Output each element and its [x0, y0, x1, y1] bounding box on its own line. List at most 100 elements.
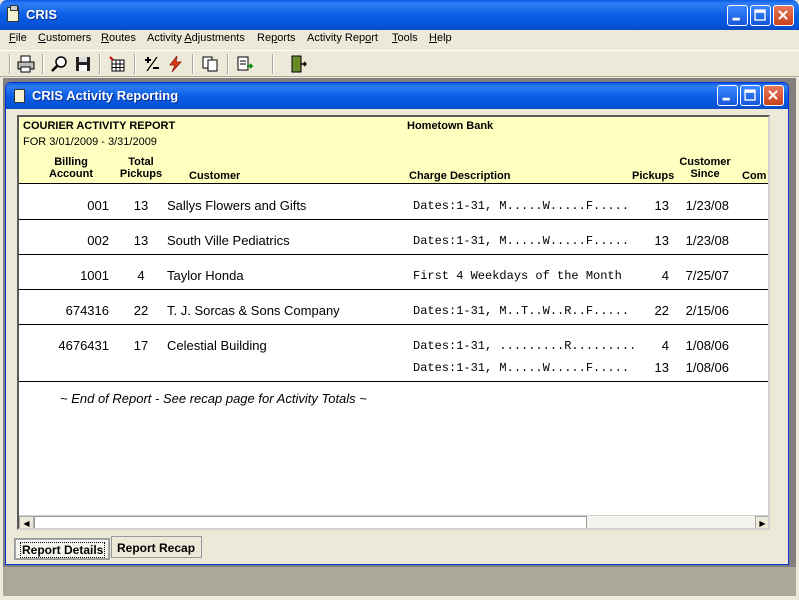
report-header: COURIER ACTIVITY REPORT Hometown Bank FO… — [19, 117, 768, 184]
child-title-bar[interactable]: CRIS Activity Reporting — [6, 83, 788, 109]
clipboard-app-icon — [7, 5, 19, 22]
lightning-button[interactable] — [165, 54, 185, 74]
toolbar-separator — [192, 54, 194, 74]
billing-account: 674316 — [65, 303, 109, 318]
toolbar — [0, 50, 799, 77]
lightning-icon — [169, 55, 182, 73]
copy-button[interactable] — [200, 54, 220, 74]
total-pickups: 22 — [133, 303, 149, 318]
plus-minus-icon — [145, 56, 159, 72]
toolbar-separator — [227, 54, 229, 74]
clipboard-icon — [14, 89, 25, 103]
exit-door-icon — [291, 55, 308, 73]
triangle-right-icon: ▶ — [759, 519, 766, 528]
menu-bar: File Customers Routes Activity Adjustmen… — [0, 30, 799, 49]
customer-since: 1/23/08 — [685, 198, 729, 213]
toolbar-separator — [99, 54, 101, 74]
close-icon — [778, 10, 788, 20]
charge-description: Dates:1-31, M.....W.....F..... — [413, 234, 630, 248]
close-button[interactable] — [773, 5, 794, 26]
customer-since: 7/25/07 — [685, 268, 729, 283]
grid-button[interactable] — [107, 54, 127, 74]
child-maximize-button[interactable] — [740, 85, 761, 106]
main-title-bar[interactable]: CRIS — [0, 0, 799, 30]
close-icon — [768, 90, 778, 100]
exit-button[interactable] — [287, 54, 308, 74]
col-customer-since: Customer Since — [679, 156, 731, 180]
customer-name: Taylor Honda — [167, 268, 244, 283]
col-customer: Customer — [189, 170, 241, 182]
magnifier-icon — [51, 56, 67, 72]
horizontal-scrollbar[interactable]: ◀ ▶ — [19, 515, 768, 528]
customer-name: South Ville Pediatrics — [167, 233, 290, 248]
charge-description: First 4 Weekdays of the Month — [413, 269, 622, 283]
pickups: 13 — [654, 233, 669, 248]
table-row: 1001 4 Taylor Honda First 4 Weekdays of … — [19, 255, 768, 290]
total-pickups: 13 — [133, 233, 149, 248]
billing-account: 002 — [87, 233, 109, 248]
billing-account: 4676431 — [58, 338, 109, 353]
customer-since: 1/23/08 — [685, 233, 729, 248]
charge-description: Dates:1-31, M.....W.....F..... — [413, 199, 630, 213]
report-viewer: COURIER ACTIVITY REPORT Hometown Bank FO… — [17, 115, 770, 530]
scroll-thumb[interactable] — [34, 516, 587, 528]
tab-report-recap[interactable]: Report Recap — [111, 536, 202, 558]
pickups: 22 — [654, 303, 669, 318]
table-row: 674316 22 T. J. Sorcas & Sons Company Da… — [19, 290, 768, 325]
billing-account: 001 — [87, 198, 109, 213]
toolbar-separator — [42, 54, 44, 74]
pickups: 4 — [661, 268, 669, 283]
menu-activity-adjustments[interactable]: Activity Adjustments — [147, 32, 245, 44]
menu-file[interactable]: File — [9, 32, 27, 44]
maximize-button[interactable] — [750, 5, 771, 26]
preview-button[interactable] — [50, 54, 70, 74]
minimize-icon — [722, 97, 730, 101]
col-total-pickups: Total Pickups — [119, 156, 163, 180]
export-button[interactable] — [235, 54, 255, 74]
minimize-button[interactable] — [727, 5, 748, 26]
child-close-button[interactable] — [763, 85, 784, 106]
report-period: FOR 3/01/2009 - 3/31/2009 — [23, 136, 157, 148]
menu-routes[interactable]: Routes — [101, 32, 136, 44]
toolbar-separator — [134, 54, 136, 74]
total-pickups: 17 — [133, 338, 149, 353]
toolbar-separator — [9, 54, 11, 74]
menu-customers[interactable]: Customers — [38, 32, 91, 44]
charge-description: Dates:1-31, .........R......... — [413, 339, 637, 353]
grid-table-icon — [109, 56, 125, 72]
charge-description: Dates:1-31, M.....W.....F..... — [413, 361, 630, 375]
scroll-right-button[interactable]: ▶ — [755, 516, 768, 528]
plus-minus-button[interactable] — [142, 54, 162, 74]
menu-tools[interactable]: Tools — [392, 32, 418, 44]
col-com: Com — [742, 170, 767, 182]
end-of-report-note: ~ End of Report - See recap page for Act… — [60, 391, 367, 406]
child-minimize-button[interactable] — [717, 85, 738, 106]
floppy-disk-icon — [76, 57, 90, 71]
customer-since: 1/08/06 — [685, 338, 729, 353]
tab-report-details[interactable]: Report Details — [14, 538, 110, 560]
app-title: CRIS — [26, 7, 58, 22]
menu-help[interactable]: Help — [429, 32, 452, 44]
scroll-left-button[interactable]: ◀ — [19, 516, 34, 528]
customer-since: 2/15/06 — [685, 303, 729, 318]
table-row: 001 13 Sallys Flowers and Gifts Dates:1-… — [19, 185, 768, 220]
print-button[interactable] — [16, 54, 36, 74]
pickups: 4 — [661, 338, 669, 353]
pickups: 13 — [654, 360, 669, 375]
total-pickups: 13 — [133, 198, 149, 213]
pickups: 13 — [654, 198, 669, 213]
export-arrow-icon — [237, 56, 254, 71]
print-icon — [17, 55, 35, 73]
charge-description: Dates:1-31, M..T..W..R..F..... — [413, 304, 630, 318]
menu-reports[interactable]: Reports — [257, 32, 296, 44]
table-row: 4676431 17 Celestial Building Dates:1-31… — [19, 325, 768, 382]
minimize-icon — [732, 17, 740, 21]
triangle-left-icon: ◀ — [23, 519, 30, 528]
customer-name: Celestial Building — [167, 338, 267, 353]
col-pickups: Pickups — [632, 170, 675, 182]
activity-reporting-window: CRIS Activity Reporting COURIER ACTIVITY… — [5, 82, 789, 565]
menu-activity-report[interactable]: Activity Report — [307, 32, 378, 44]
total-pickups: 4 — [137, 268, 145, 283]
col-billing-account: Billing Account — [49, 156, 93, 180]
save-button[interactable] — [73, 54, 93, 74]
